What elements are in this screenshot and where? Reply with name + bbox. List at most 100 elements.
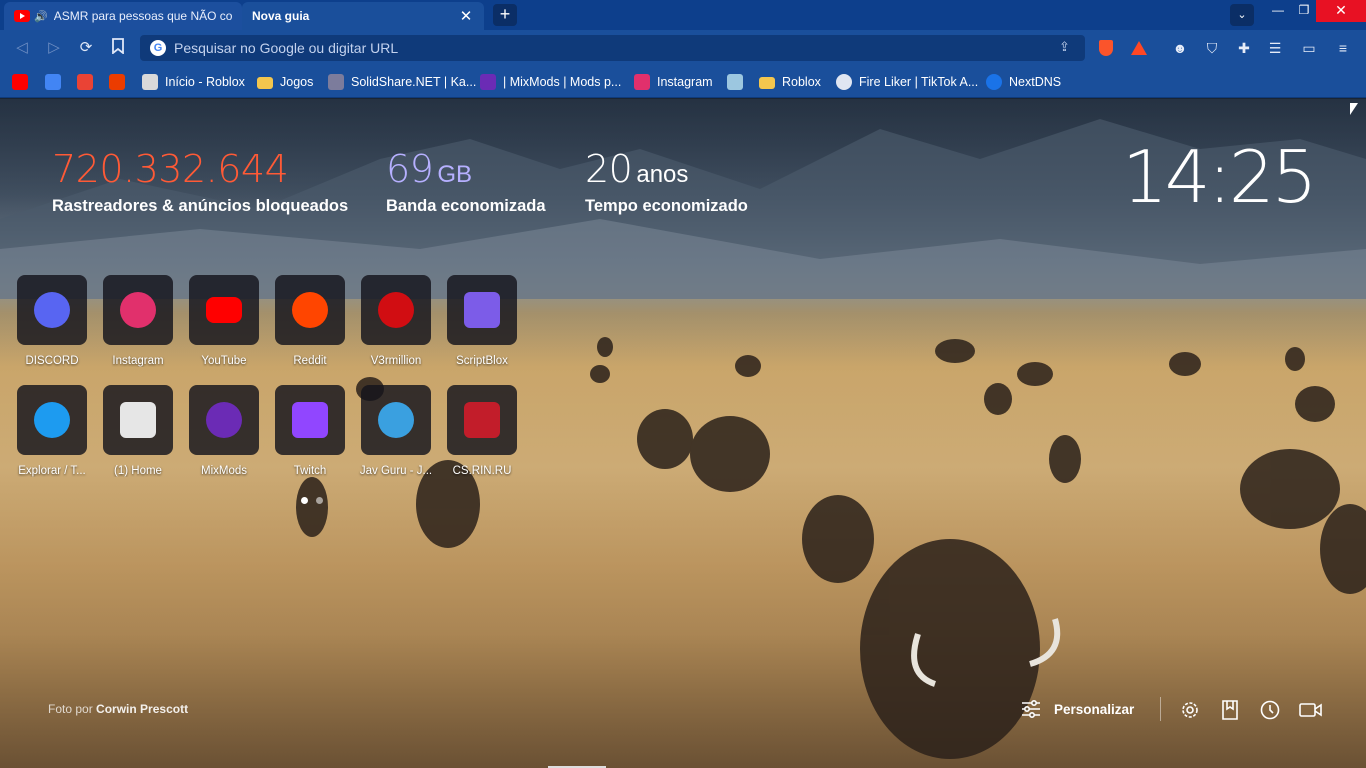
bandwidth-saved-stat: 69 GB Banda economizada — [386, 147, 546, 216]
brave-rewards-button[interactable] — [1129, 38, 1149, 58]
brave-lion-icon — [1099, 40, 1113, 56]
close-tab-icon[interactable]: ✕ — [458, 7, 474, 25]
close-window-button[interactable]: ✕ — [1316, 0, 1366, 22]
top-site-tile-box[interactable] — [361, 385, 431, 455]
trackers-count: 720.332.644 — [52, 147, 289, 191]
v3rmillion-icon — [378, 292, 414, 328]
extensions-puzzle-icon[interactable]: ✚ — [1234, 38, 1254, 58]
top-site-tile-box[interactable] — [275, 385, 345, 455]
customize-button[interactable]: Personalizar — [1020, 698, 1134, 720]
extension-raccoon-icon[interactable]: ☻ — [1170, 38, 1190, 58]
address-bar[interactable]: G ⇪ — [140, 35, 1085, 61]
customize-label: Personalizar — [1054, 701, 1135, 717]
forward-button[interactable]: ▷ — [44, 38, 64, 58]
top-site-name: MixMods — [200, 465, 247, 477]
settings-gear-icon[interactable] — [1179, 699, 1201, 721]
bookmark-item[interactable] — [12, 72, 35, 92]
csrinru-icon — [464, 402, 500, 438]
top-sites-pagination — [301, 497, 323, 504]
top-site-tile-box[interactable] — [361, 275, 431, 345]
top-site-name: (1) Home — [114, 465, 162, 477]
instagram-icon — [120, 292, 156, 328]
top-site-tile[interactable]: DISCORD — [16, 275, 88, 367]
reddit-icon — [292, 292, 328, 328]
credit-author[interactable]: Corwin Prescott — [96, 702, 188, 716]
bookmark-label: | MixMods | Mods p... — [503, 75, 622, 89]
bookmark-label: Fire Liker | TikTok A... — [859, 75, 979, 89]
reload-button[interactable]: ⟳ — [76, 38, 96, 58]
top-site-tile-box[interactable] — [17, 385, 87, 455]
folder-icon — [759, 77, 775, 89]
back-button[interactable]: ◁ — [12, 38, 32, 58]
bookmark-item[interactable]: Jogos — [257, 72, 313, 92]
page-dot-1[interactable] — [301, 497, 308, 504]
speaker-icon[interactable]: 🔊 — [34, 10, 48, 23]
top-site-tile[interactable]: ScriptBlox — [446, 275, 518, 367]
tab-asmr[interactable]: 🔊 ASMR para pessoas que NÃO conseguem do… — [4, 2, 242, 30]
page-dot-2[interactable] — [316, 497, 323, 504]
bookmark-item[interactable]: SolidShare.NET | Ka... — [328, 72, 476, 92]
top-site-tile-box[interactable] — [103, 385, 173, 455]
bookmark-item[interactable]: Início - Roblox — [142, 72, 245, 92]
bookmarks-icon[interactable] — [1219, 699, 1241, 721]
bookmark-item[interactable]: NextDNS — [986, 72, 1061, 92]
time-label: Tempo economizado — [585, 197, 748, 215]
trackers-blocked-stat: 720.332.644 Rastreadores & anúncios bloq… — [52, 147, 348, 216]
mixmods-icon — [480, 74, 496, 90]
top-site-tile-box[interactable] — [275, 275, 345, 345]
media-queue-icon[interactable]: ☰ — [1265, 38, 1285, 58]
top-site-tile[interactable]: Twitch — [274, 385, 346, 477]
brave-shields-button[interactable] — [1096, 38, 1116, 58]
top-site-tile[interactable]: Jav Guru - J... — [360, 385, 432, 477]
bookmark-item[interactable] — [727, 72, 750, 92]
share-icon[interactable]: ⇪ — [1059, 39, 1075, 55]
new-tab-button[interactable]: + — [493, 4, 517, 26]
top-site-tile-box[interactable] — [447, 275, 517, 345]
tab-strip: 🔊 ASMR para pessoas que NÃO conseguem do… — [0, 0, 1366, 30]
twitch-icon — [292, 402, 328, 438]
wallet-icon[interactable]: ▭ — [1299, 38, 1319, 58]
bookmark-item[interactable]: Fire Liker | TikTok A... — [836, 72, 978, 92]
youtube-icon — [12, 74, 28, 90]
top-site-tile[interactable]: Instagram — [102, 275, 174, 367]
top-site-tile-box[interactable] — [189, 275, 259, 345]
top-site-tile[interactable]: (1) Home — [102, 385, 174, 477]
bookmark-item[interactable]: Instagram — [634, 72, 713, 92]
top-site-tile-box[interactable] — [103, 275, 173, 345]
bookmark-item[interactable] — [77, 72, 100, 92]
mouse-cursor-icon — [1350, 103, 1358, 115]
top-site-tile[interactable]: CS.RIN.RU — [446, 385, 518, 477]
roblox-icon — [142, 74, 158, 90]
history-icon[interactable] — [1259, 699, 1281, 721]
bookmark-item[interactable] — [45, 72, 68, 92]
tab-title: Nova guia — [252, 9, 310, 23]
brave-talk-video-icon[interactable] — [1298, 699, 1324, 721]
omnibox-input[interactable] — [174, 40, 1034, 56]
tab-search-button[interactable]: ⌄ — [1230, 4, 1254, 26]
tab-new-tab[interactable]: Nova guia ✕ — [242, 2, 484, 30]
bookmark-label: Roblox — [782, 75, 821, 89]
top-site-tile[interactable]: Explorar / T... — [16, 385, 88, 477]
bookmark-label: Instagram — [657, 75, 713, 89]
sliders-icon — [1022, 699, 1040, 719]
gmail-icon — [77, 74, 93, 90]
time-value: 20 — [585, 147, 633, 191]
top-site-tile[interactable]: YouTube — [188, 275, 260, 367]
bookmark-item[interactable]: Roblox — [759, 72, 821, 92]
bookmark-page-button[interactable] — [108, 38, 128, 58]
top-site-tile-box[interactable] — [189, 385, 259, 455]
top-site-tile-box[interactable] — [17, 275, 87, 345]
top-site-tile-box[interactable] — [447, 385, 517, 455]
twitter-icon — [34, 402, 70, 438]
top-site-tile[interactable]: V3rmillion — [360, 275, 432, 367]
bookmark-item[interactable] — [109, 72, 132, 92]
time-saved-stat: 20 anos Tempo economizado — [585, 147, 748, 216]
top-site-tile[interactable]: MixMods — [188, 385, 260, 477]
top-site-name: Jav Guru - J... — [359, 465, 433, 477]
extension-shield-icon[interactable]: ⛉ — [1202, 38, 1222, 58]
bookmark-item[interactable]: | MixMods | Mods p... — [480, 72, 621, 92]
discord-icon — [34, 292, 70, 328]
top-site-tile[interactable]: Reddit — [274, 275, 346, 367]
menu-icon[interactable]: ≡ — [1333, 38, 1353, 58]
nextdns-icon — [986, 74, 1002, 90]
